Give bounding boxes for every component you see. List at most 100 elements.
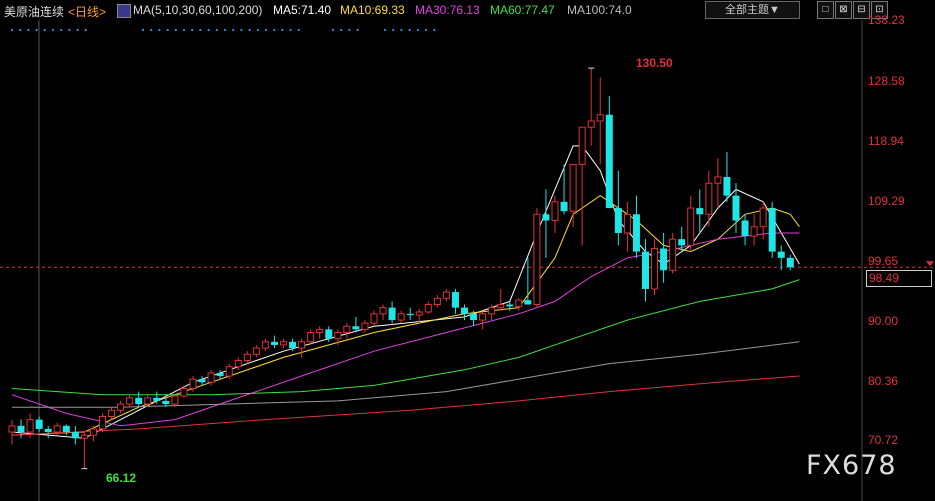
marker-dot <box>43 28 46 32</box>
candle-body <box>506 304 514 307</box>
candle-body <box>605 114 613 209</box>
candle <box>687 195 695 252</box>
candle-body <box>524 300 532 305</box>
candle-body <box>62 425 70 433</box>
candle <box>461 304 468 321</box>
candle <box>632 195 640 258</box>
candle-body <box>361 322 369 330</box>
candle-body <box>515 299 523 307</box>
marker-dot <box>60 28 63 32</box>
candle <box>777 245 785 271</box>
candle <box>198 376 206 386</box>
candle <box>108 407 116 420</box>
candle-body <box>35 419 43 429</box>
candle-body <box>26 419 34 433</box>
candle <box>62 424 70 436</box>
candle <box>768 201 776 258</box>
marker-dot <box>232 28 235 32</box>
candle <box>750 214 758 246</box>
price-tick: 99.65 <box>868 254 899 268</box>
candle <box>17 419 25 439</box>
candle-body <box>397 313 405 321</box>
price-tick: 90.00 <box>868 314 899 328</box>
marker-dot <box>297 28 300 32</box>
candle <box>216 369 224 380</box>
marker-dot <box>416 28 419 32</box>
candle <box>388 301 396 324</box>
moving-average-lines <box>11 145 800 439</box>
candle-body <box>696 208 704 215</box>
candle <box>89 425 97 442</box>
candle-body <box>424 304 432 313</box>
candle-body <box>388 307 396 321</box>
ma-line-ma60 <box>11 279 800 396</box>
candle <box>451 288 459 314</box>
candle-body <box>768 208 776 252</box>
candle-body <box>171 395 179 405</box>
candle-body <box>623 213 631 234</box>
watermark-logo: FX678 <box>806 450 897 481</box>
candle-body <box>533 213 541 306</box>
candle-body <box>415 311 423 316</box>
marker-dot <box>424 28 428 32</box>
marker-dot <box>51 28 55 32</box>
candle <box>660 232 668 283</box>
candle <box>397 310 405 324</box>
price-tick: 118.94 <box>868 134 904 148</box>
marker-dot <box>174 28 177 32</box>
candle-body <box>334 331 342 340</box>
candle <box>442 288 450 302</box>
candle-body <box>144 397 152 405</box>
candle <box>479 310 487 330</box>
candle <box>44 425 52 439</box>
candle-body <box>352 326 360 330</box>
candle <box>578 126 586 246</box>
candle-body <box>117 403 125 411</box>
marker-dot <box>27 28 30 32</box>
marker-dot <box>273 28 276 32</box>
candle <box>243 351 251 364</box>
candle <box>569 164 577 227</box>
candle <box>542 189 550 258</box>
candle-body <box>714 176 722 184</box>
candle <box>8 419 16 445</box>
candle-body <box>307 331 315 343</box>
candle-body <box>89 428 97 436</box>
marker-dot <box>240 28 243 32</box>
candle <box>370 310 378 327</box>
candle-body <box>234 359 242 368</box>
candle <box>696 189 704 233</box>
candle <box>714 158 722 209</box>
candle-body <box>578 126 586 166</box>
candle-body <box>153 397 161 401</box>
candle-body <box>243 353 251 361</box>
candle-body <box>777 251 785 258</box>
candle <box>533 208 541 308</box>
candle-body <box>560 201 568 212</box>
candle-body <box>53 425 61 433</box>
candle <box>80 432 88 469</box>
candle-body <box>759 207 767 228</box>
candle <box>614 170 622 246</box>
candle <box>515 298 523 311</box>
low-annotation: 66.12 <box>106 471 137 485</box>
candle-body <box>198 379 206 383</box>
marker-dot <box>10 28 14 32</box>
candle-body <box>596 114 604 122</box>
candle <box>316 326 324 339</box>
candle-body <box>651 248 659 290</box>
candle-body <box>542 214 550 221</box>
marker-dot <box>19 28 22 32</box>
candle-body <box>678 239 686 246</box>
marker-dot <box>348 28 351 32</box>
marker-dot <box>199 28 202 32</box>
price-tick: 70.72 <box>868 433 899 447</box>
candle-body <box>551 201 559 222</box>
candle-body <box>298 341 306 349</box>
candlestick-chart[interactable] <box>0 0 935 501</box>
marker-dot <box>289 28 292 32</box>
candle-body <box>451 292 459 308</box>
candle-body <box>261 341 269 349</box>
candle <box>560 164 568 215</box>
price-tick: 80.36 <box>868 374 899 388</box>
